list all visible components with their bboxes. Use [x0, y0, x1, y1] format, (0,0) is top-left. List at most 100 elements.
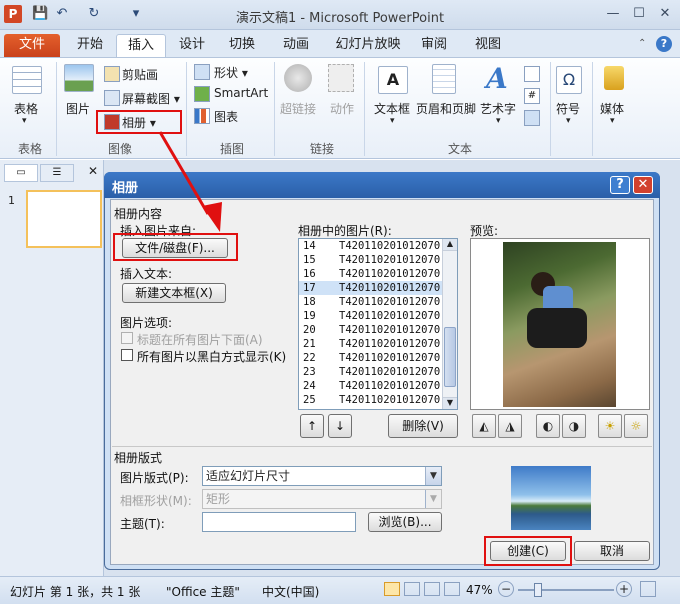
brightness-up-button[interactable]: ☀: [598, 414, 622, 438]
move-down-button[interactable]: ↓: [328, 414, 352, 438]
picture-list-item[interactable]: 25 T420110201012070: [299, 393, 457, 407]
date-time-icon[interactable]: [524, 66, 540, 82]
slideshow-view-icon[interactable]: [444, 582, 460, 596]
chart-button[interactable]: 图表: [214, 108, 238, 125]
picture-list-item[interactable]: 22 T420110201012070: [299, 351, 457, 365]
tab-animations[interactable]: 动画: [276, 34, 316, 58]
picture-list-item[interactable]: 14 T420110201012070: [299, 239, 457, 253]
textbox-dropdown-icon[interactable]: ▾: [390, 116, 395, 126]
chart-icon[interactable]: [194, 108, 210, 124]
contrast-up-button[interactable]: ◐: [536, 414, 560, 438]
outline-tab-icon[interactable]: ☰: [40, 164, 74, 182]
scroll-thumb[interactable]: [444, 327, 456, 387]
zoom-level[interactable]: 47%: [466, 583, 493, 597]
screenshot-button[interactable]: 屏幕截图 ▾: [122, 90, 180, 107]
slides-tab-icon[interactable]: ▭: [4, 164, 38, 182]
minimize-button[interactable]: —: [600, 4, 626, 24]
picture-list-item[interactable]: 24 T420110201012070: [299, 379, 457, 393]
wordart-icon[interactable]: A: [486, 62, 508, 95]
screenshot-icon[interactable]: [104, 90, 120, 106]
tab-insert[interactable]: 插入: [116, 34, 166, 58]
zoom-out-icon[interactable]: −: [498, 581, 514, 597]
picture-list-item[interactable]: 18 T420110201012070: [299, 295, 457, 309]
theme-input[interactable]: [202, 512, 356, 532]
tab-view[interactable]: 视图: [468, 34, 508, 58]
scroll-down-icon[interactable]: ▼: [443, 397, 457, 409]
reading-view-icon[interactable]: [424, 582, 440, 596]
symbol-icon[interactable]: Ω: [556, 66, 582, 94]
maximize-button[interactable]: ☐: [626, 4, 652, 24]
table-button[interactable]: 表格: [14, 100, 38, 117]
smartart-icon[interactable]: [194, 86, 210, 102]
collapse-ribbon-icon[interactable]: ⌃: [638, 38, 652, 52]
dialog-close-button[interactable]: ✕: [633, 176, 653, 194]
picture-list-item[interactable]: 20 T420110201012070: [299, 323, 457, 337]
status-theme[interactable]: "Office 主题": [166, 583, 240, 600]
dialog-help-button[interactable]: ?: [610, 176, 630, 194]
picture-button[interactable]: 图片: [66, 100, 90, 117]
status-language[interactable]: 中文(中国): [262, 583, 319, 600]
close-window-button[interactable]: ✕: [652, 4, 678, 24]
chevron-down-icon[interactable]: ▼: [425, 467, 441, 485]
close-pane-icon[interactable]: ✕: [88, 164, 98, 178]
picture-list-item[interactable]: 17 T420110201012070: [299, 281, 457, 295]
help-icon[interactable]: ?: [656, 36, 672, 52]
header-footer-button[interactable]: 页眉和页脚: [416, 100, 476, 117]
wordart-button[interactable]: 艺术字: [480, 100, 516, 117]
delete-button[interactable]: 删除(V): [388, 414, 458, 438]
captions-checkbox: [121, 332, 133, 344]
picture-list-item[interactable]: 16 T420110201012070: [299, 267, 457, 281]
move-up-button[interactable]: ↑: [300, 414, 324, 438]
picture-layout-select[interactable]: 适应幻灯片尺寸 ▼: [202, 466, 442, 486]
wordart-dropdown-icon[interactable]: ▾: [496, 116, 501, 126]
picture-icon[interactable]: [64, 64, 94, 92]
pictures-list[interactable]: 14 T420110201012070 15 T420110201012070 16 T4…: [298, 238, 458, 410]
symbol-dropdown-icon[interactable]: ▾: [566, 116, 571, 126]
tab-slideshow[interactable]: 幻灯片放映: [330, 34, 406, 58]
clipart-button[interactable]: 剪贴画: [122, 66, 158, 83]
media-dropdown-icon[interactable]: ▾: [610, 116, 615, 126]
smartart-button[interactable]: SmartArt: [214, 86, 268, 100]
textbox-icon[interactable]: A: [378, 66, 408, 94]
tab-review[interactable]: 审阅: [414, 34, 454, 58]
rotate-left-button[interactable]: ◭: [472, 414, 496, 438]
zoom-in-icon[interactable]: +: [616, 581, 632, 597]
zoom-slider-track[interactable]: [518, 589, 614, 591]
fit-to-window-icon[interactable]: [640, 581, 656, 597]
table-dropdown-icon[interactable]: ▾: [22, 116, 27, 126]
new-textbox-button[interactable]: 新建文本框(X): [122, 283, 226, 303]
tab-file[interactable]: 文件: [4, 34, 60, 58]
tab-home[interactable]: 开始: [68, 34, 112, 58]
shapes-button[interactable]: 形状 ▾: [214, 64, 248, 81]
clipart-icon[interactable]: [104, 66, 120, 82]
picture-list-item[interactable]: 21 T420110201012070: [299, 337, 457, 351]
tab-transitions[interactable]: 切换: [222, 34, 262, 58]
picture-list-item[interactable]: 19 T420110201012070: [299, 309, 457, 323]
shapes-icon[interactable]: [194, 64, 210, 80]
textbox-button[interactable]: 文本框: [374, 100, 410, 117]
cancel-button[interactable]: 取消: [574, 541, 650, 561]
tab-design[interactable]: 设计: [172, 34, 212, 58]
browse-button[interactable]: 浏览(B)...: [368, 512, 442, 532]
header-footer-icon[interactable]: [432, 64, 456, 94]
object-icon[interactable]: [524, 110, 540, 126]
media-icon[interactable]: [604, 66, 624, 90]
picture-filename: T420110201012070: [339, 324, 441, 336]
picture-list-item[interactable]: 23 T420110201012070: [299, 365, 457, 379]
slide-thumbnail[interactable]: [26, 190, 102, 248]
media-button[interactable]: 媒体: [600, 100, 624, 117]
symbol-button[interactable]: 符号: [556, 100, 580, 117]
slide-sorter-icon[interactable]: [404, 582, 420, 596]
zoom-slider-thumb[interactable]: [534, 583, 542, 597]
rotate-right-button[interactable]: ◮: [498, 414, 522, 438]
black-white-checkbox[interactable]: [121, 349, 133, 361]
picture-list-item[interactable]: 15 T420110201012070: [299, 253, 457, 267]
picture-index: 22: [303, 352, 316, 364]
scroll-up-icon[interactable]: ▲: [443, 239, 457, 251]
slide-number-icon[interactable]: #: [524, 88, 540, 104]
table-icon[interactable]: [12, 66, 42, 94]
contrast-down-button[interactable]: ◑: [562, 414, 586, 438]
pictures-list-scrollbar[interactable]: ▲ ▼: [442, 239, 457, 409]
brightness-down-button[interactable]: ☼: [624, 414, 648, 438]
normal-view-icon[interactable]: [384, 582, 400, 596]
